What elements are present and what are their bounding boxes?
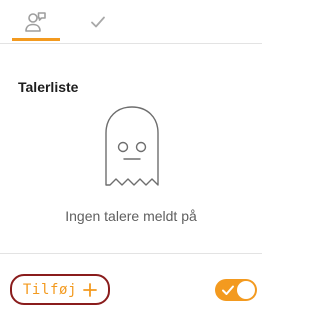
check-icon (222, 285, 234, 295)
tab-bar (0, 0, 262, 44)
add-speaker-button[interactable]: Tilføj (10, 274, 110, 305)
ghost-icon (105, 106, 159, 186)
tab-done[interactable] (74, 0, 122, 43)
check-icon (91, 16, 105, 27)
speaker-list-title: Talerliste (18, 79, 79, 95)
add-button-label: Tilføj (22, 281, 78, 298)
toggle-knob (237, 281, 255, 299)
active-tab-indicator (12, 38, 60, 41)
speaker-list-toggle[interactable] (215, 279, 257, 301)
empty-state-text: Ingen talere meldt på (65, 208, 197, 224)
divider (0, 253, 262, 254)
tab-speakers[interactable] (12, 0, 60, 43)
speakers-icon (25, 11, 46, 32)
plus-icon (83, 282, 97, 297)
